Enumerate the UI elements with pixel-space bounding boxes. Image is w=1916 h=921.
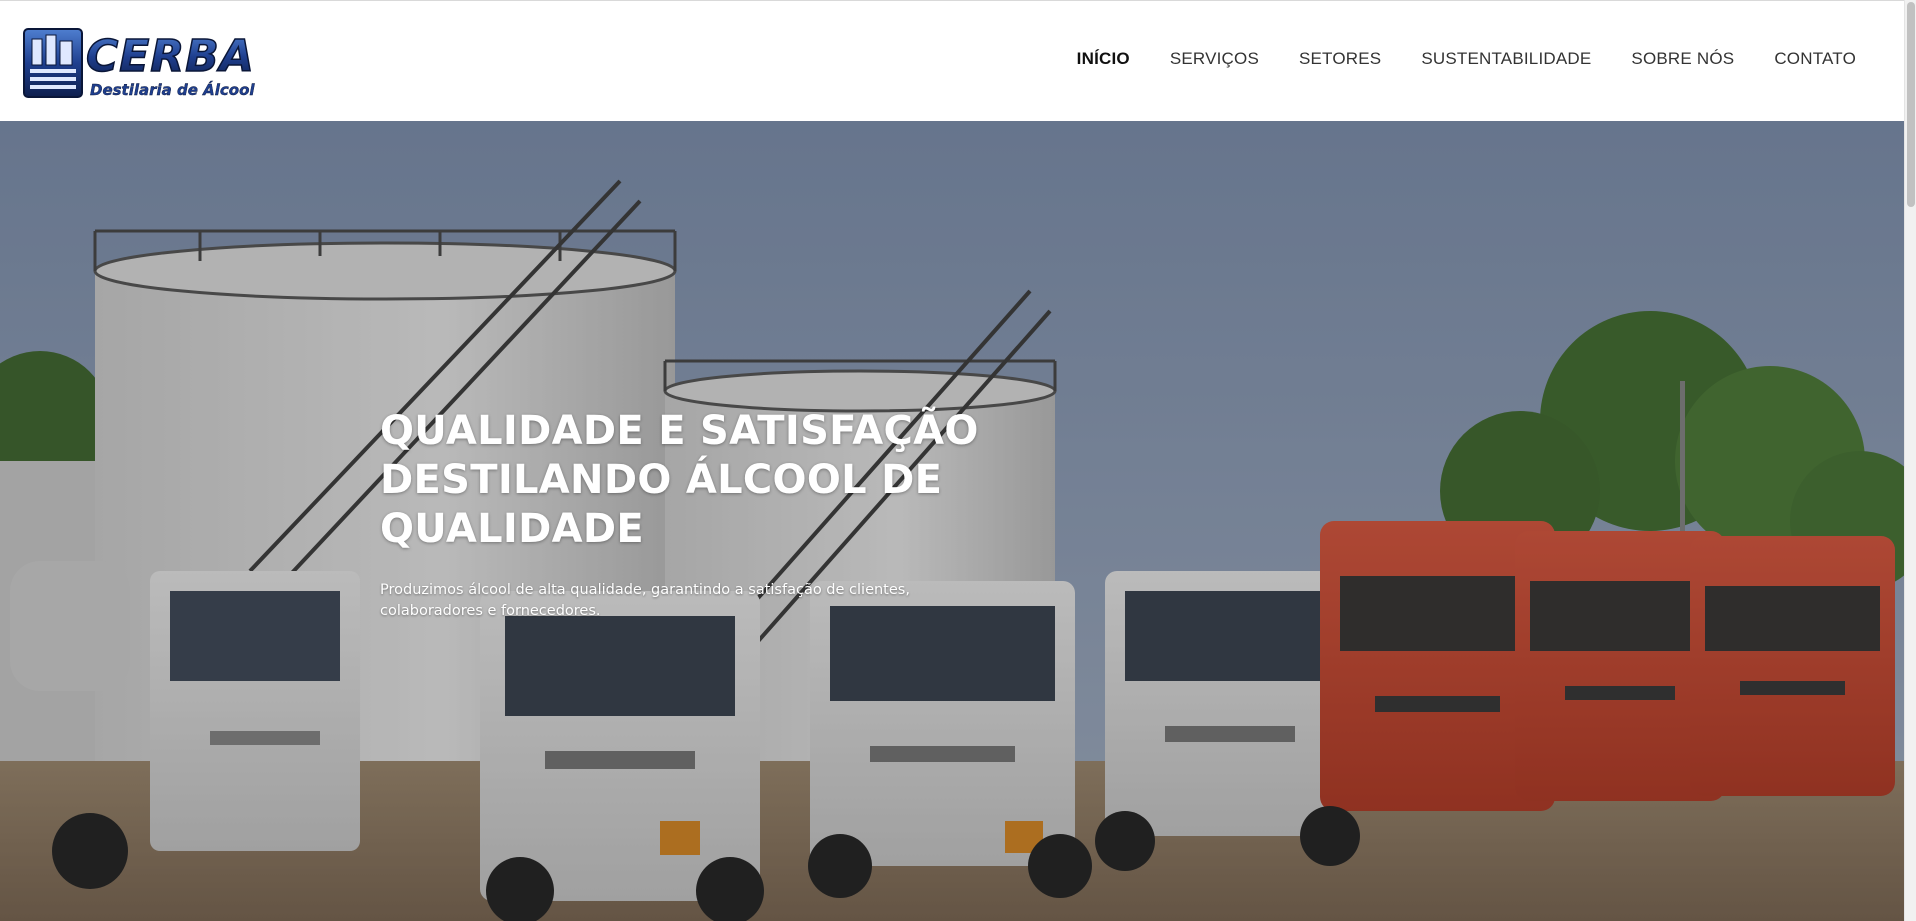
cerba-logo-image: CERBA Destilaria de Álcool xyxy=(23,28,256,99)
hero-title-line-2: DESTILANDO ÁLCOOL DE xyxy=(380,457,943,503)
nav-sustentabilidade[interactable]: SUSTENTABILIDADE xyxy=(1421,49,1591,69)
svg-text:Destilaria de Álcool: Destilaria de Álcool xyxy=(90,80,255,99)
hero-title: QUALIDADE E SATISFAÇÃO DESTILANDO ÁLCOOL… xyxy=(380,407,1020,554)
nav-setores[interactable]: SETORES xyxy=(1299,49,1381,69)
hero-subtitle: Produzimos álcool de alta qualidade, gar… xyxy=(380,582,910,619)
nav-servicos[interactable]: SERVIÇOS xyxy=(1170,49,1259,69)
site-header: CERBA Destilaria de Álcool INÍCIO SERVIÇ… xyxy=(0,1,1904,121)
svg-text:CERBA: CERBA xyxy=(86,31,255,82)
nav-sobre-nos[interactable]: SOBRE NÓS xyxy=(1631,49,1734,69)
scrollbar-thumb[interactable] xyxy=(1907,2,1915,207)
hero-title-line-1: QUALIDADE E SATISFAÇÃO xyxy=(380,408,979,454)
main-nav: INÍCIO SERVIÇOS SETORES SUSTENTABILIDADE… xyxy=(1077,49,1856,69)
cerba-logo[interactable]: CERBA Destilaria de Álcool xyxy=(22,25,274,101)
hero-title-line-3: QUALIDADE xyxy=(380,506,644,552)
page-scrollbar[interactable] xyxy=(1904,0,1916,921)
nav-inicio[interactable]: INÍCIO xyxy=(1077,49,1130,69)
nav-contato[interactable]: CONTATO xyxy=(1774,49,1856,69)
hero-content: QUALIDADE E SATISFAÇÃO DESTILANDO ÁLCOOL… xyxy=(380,407,1020,622)
hero-banner: QUALIDADE E SATISFAÇÃO DESTILANDO ÁLCOOL… xyxy=(0,121,1904,921)
